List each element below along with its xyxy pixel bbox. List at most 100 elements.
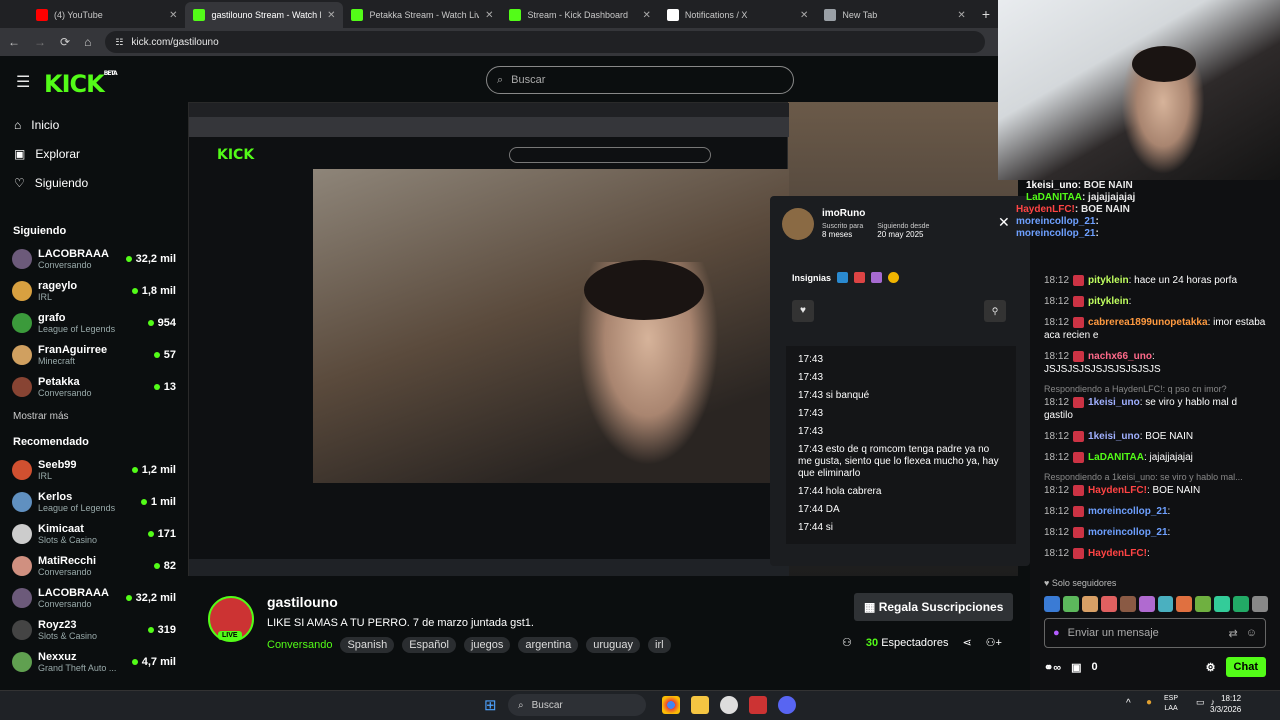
url-field[interactable]: ☷ kick.com/gastilouno (105, 31, 986, 53)
stream-tag[interactable]: juegos (463, 637, 511, 653)
new-tab-icon[interactable]: + (974, 6, 998, 28)
stream-tag[interactable]: irl (648, 637, 671, 653)
browser-tab[interactable]: Petakka Stream - Watch Live on ✕ (343, 2, 501, 28)
kick-logo[interactable]: KICKBETA (44, 70, 118, 98)
nav-following[interactable]: ♡ Siguiendo (0, 168, 188, 197)
sidebar-channel[interactable]: Nexxuz Grand Theft Auto ... 4,7 mil (0, 646, 188, 678)
home-icon[interactable]: ⌂ (84, 35, 91, 49)
browser-tab[interactable]: gastilouno Stream - Watch Live ✕ (185, 2, 344, 28)
mic-icon[interactable]: ● (1053, 627, 1060, 639)
share-icon[interactable]: ⋖ (962, 636, 971, 649)
sidebar-channel[interactable]: Seeb99 IRL 1,2 mil (0, 454, 188, 486)
tray-chevron-icon[interactable]: ^ (1126, 698, 1131, 709)
points-icon[interactable]: ▣ (1071, 661, 1081, 674)
infinity-icon[interactable]: ⚭∞ (1044, 661, 1061, 674)
language-indicator[interactable]: ESP LAA (1164, 694, 1178, 714)
emote-icon[interactable] (1195, 596, 1212, 612)
browser-tab[interactable]: New Tab ✕ (816, 2, 973, 28)
close-tab-icon[interactable]: ✕ (169, 10, 177, 21)
sidebar-channel[interactable]: Petakka Conversando 13 (0, 371, 188, 403)
back-icon[interactable]: ← (8, 35, 20, 49)
gift-subs-button[interactable]: ▦ Regala Suscripciones (854, 593, 1014, 621)
sidebar-channel[interactable]: Kimicaat Slots & Casino 171 (0, 518, 188, 550)
app-icon[interactable] (749, 696, 767, 714)
stream-tag[interactable]: argentina (518, 637, 579, 653)
overlay-username[interactable]: moreincollop_21 (1016, 216, 1095, 227)
nav-home[interactable]: ⌂ Inicio (0, 110, 188, 139)
menu-icon[interactable]: ☰ (16, 72, 30, 92)
follow-heart-button[interactable]: ♥ (792, 300, 814, 322)
overlay-username[interactable]: HaydenLFC! (1016, 204, 1075, 215)
sidebar-channel[interactable]: grafo League of Legends 954 (0, 307, 188, 339)
emote-icon[interactable] (1100, 596, 1117, 612)
chat-username[interactable]: HaydenLFC! (1088, 548, 1147, 559)
chat-username[interactable]: 1keisi_uno (1088, 397, 1140, 408)
chat-username[interactable]: 1keisi_uno (1088, 431, 1140, 442)
discord-icon[interactable] (778, 696, 796, 714)
display-icon[interactable]: ▭ (1196, 697, 1205, 708)
chat-username[interactable]: nachx66_uno (1088, 351, 1152, 362)
browser-tab[interactable]: Notifications / X ✕ (659, 2, 816, 28)
chat-username[interactable]: pityklein (1088, 296, 1129, 307)
sidebar-channel[interactable]: FranAguirree Minecraft 57 (0, 339, 188, 371)
taskbar-search[interactable]: ⌕ Buscar (508, 694, 646, 716)
close-tab-icon[interactable]: ✕ (800, 10, 808, 21)
sidebar-channel[interactable]: MatiRecchi Conversando 82 (0, 550, 188, 582)
show-more-link[interactable]: Mostrar más (0, 403, 188, 430)
reload-icon[interactable]: ⟳ (60, 35, 70, 49)
emote-icon[interactable] (1157, 596, 1174, 612)
streamer-name[interactable]: gastilouno (267, 594, 338, 610)
overlay-username[interactable]: 1keisi_uno (1026, 180, 1078, 191)
chat-username[interactable]: moreincollop_21 (1088, 506, 1167, 517)
app-icon[interactable] (720, 696, 738, 714)
windows-start-icon[interactable]: ⊞ (484, 696, 497, 714)
close-tab-icon[interactable]: ✕ (643, 10, 651, 21)
chat-username[interactable]: LaDANITAA (1088, 452, 1144, 463)
close-tab-icon[interactable]: ✕ (485, 10, 493, 21)
file-explorer-icon[interactable] (691, 696, 709, 714)
search-input[interactable]: ⌕ Buscar (486, 66, 794, 94)
sidebar-channel[interactable]: Royz23 Slots & Casino 319 (0, 614, 188, 646)
emote-icon[interactable] (1119, 596, 1136, 612)
emote-icon[interactable] (1176, 596, 1193, 612)
emote-icon[interactable] (1252, 596, 1269, 612)
chat-username[interactable]: cabrerea1899unopetakka (1088, 317, 1208, 328)
close-tab-icon[interactable]: ✕ (327, 10, 335, 21)
emote-icon[interactable] (1081, 596, 1098, 612)
tray-mic-icon[interactable]: ● (1146, 697, 1152, 708)
stream-tag[interactable]: Español (402, 637, 456, 653)
emote-icon[interactable] (1214, 596, 1231, 612)
translate-icon[interactable]: ⇄ (1229, 627, 1238, 640)
chat-send-button[interactable]: Chat (1225, 657, 1266, 677)
sidebar-channel[interactable]: LACOBRAAA Conversando 32,2 mil (0, 582, 188, 614)
sidebar-channel[interactable]: LACOBRAAA Conversando 32,2 mil (0, 243, 188, 275)
emote-icon[interactable] (1138, 596, 1155, 612)
nav-explore[interactable]: ▣ Explorar (0, 139, 188, 168)
settings-icon[interactable]: ⚙ (1206, 661, 1216, 674)
browser-tab[interactable]: Stream - Kick Dashboard ✕ (501, 2, 658, 28)
chat-input[interactable]: ● Enviar un mensaje ⇄ ☺ (1044, 618, 1266, 648)
overlay-username[interactable]: moreincollop_21 (1016, 228, 1095, 239)
chat-username[interactable]: pityklein (1088, 275, 1129, 286)
browser-tab[interactable]: (4) YouTube ✕ (28, 2, 185, 28)
close-tab-icon[interactable]: ✕ (957, 10, 965, 21)
emote-icon[interactable] (1233, 596, 1250, 612)
emote-icon[interactable] (1044, 596, 1060, 612)
stream-tag[interactable]: Spanish (340, 637, 395, 653)
overlay-username[interactable]: LaDANITAA (1026, 192, 1082, 203)
emoji-icon[interactable]: ☺ (1246, 627, 1257, 639)
sidebar-channel[interactable]: rageylo IRL 1,8 mil (0, 275, 188, 307)
forward-icon[interactable]: → (34, 35, 46, 49)
add-user-icon[interactable]: ⚇+ (986, 636, 1002, 649)
emote-icon[interactable] (1062, 596, 1079, 612)
chat-username[interactable]: HaydenLFC! (1088, 485, 1147, 496)
clock[interactable]: 18:12 3/3/2026 (1210, 693, 1241, 715)
sidebar-channel[interactable]: Kerlos League of Legends 1 mil (0, 486, 188, 518)
site-info-icon[interactable]: ☷ (115, 37, 123, 48)
stream-tag[interactable]: uruguay (586, 637, 641, 653)
chrome-icon[interactable] (662, 696, 680, 714)
category-link[interactable]: Conversando (267, 639, 332, 651)
chat-username[interactable]: moreincollop_21 (1088, 527, 1167, 538)
popup-username[interactable]: imoRuno (822, 208, 929, 219)
pin-button[interactable]: ⚲ (984, 300, 1006, 322)
